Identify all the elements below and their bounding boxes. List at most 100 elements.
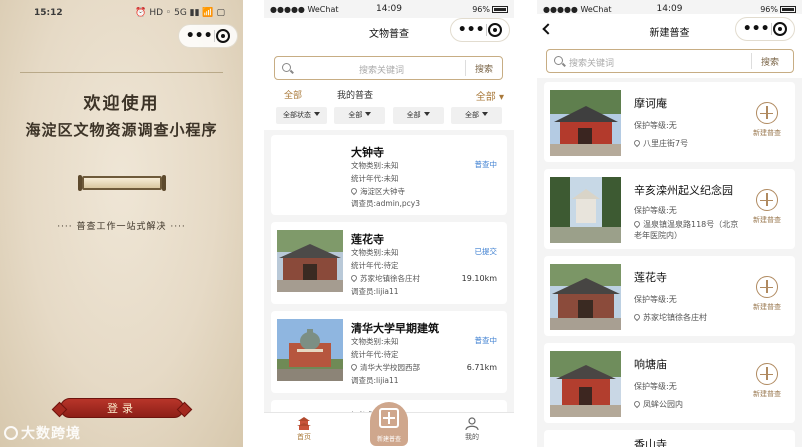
item-category: 文物类别:未知: [351, 337, 399, 346]
new-survey-button[interactable]: 新建普查: [747, 102, 787, 138]
survey-list-screen: ●●●●● WeChat 14:09 96% 文物普查 ••• 搜索关键词 搜索…: [264, 0, 514, 447]
status-badge: 已提交: [474, 247, 498, 256]
search-input[interactable]: 搜索关键词: [569, 56, 614, 69]
item-surveyor: 调查员:admin,pcy3: [351, 199, 421, 208]
list-item[interactable]: 清华大学早期建筑 文物类别:未知 统计年代:待定 清华大学校园西部 调查员:li…: [271, 311, 507, 393]
battery-percent: 96%: [760, 5, 778, 14]
new-survey-label: 新建普查: [753, 303, 781, 311]
plus-square-icon: [379, 408, 399, 428]
tab-mine-label: 我的: [465, 433, 479, 441]
watermark-logo-icon: [4, 426, 18, 440]
item-era: 统计年代:待定: [351, 350, 399, 359]
item-address: 苏家坨镇徐各庄村: [632, 312, 707, 323]
item-category: 文物类别:未知: [351, 161, 399, 170]
caret-down-icon: [481, 112, 488, 116]
mini-program-capsule[interactable]: •••: [178, 24, 238, 48]
location-icon: [632, 399, 642, 409]
filter-2[interactable]: 全部: [334, 107, 386, 124]
item-address: 苏家坨镇徐各庄村: [349, 273, 420, 284]
status-icons: ⏰ HD ◦ 5G ▮▮ 📶 ▢: [135, 8, 225, 18]
filter-label: 全部: [464, 111, 479, 119]
list-item[interactable]: 莲花寺 保护等级:无 苏家坨镇徐各庄村 新建普查: [544, 256, 795, 336]
new-survey-button[interactable]: 新建普查: [747, 189, 787, 225]
tab-home[interactable]: 首页: [284, 417, 324, 442]
more-icon[interactable]: •••: [186, 29, 213, 43]
location-icon: [632, 219, 642, 229]
item-title: 莲花寺: [634, 271, 667, 284]
capsule-divider: [485, 24, 487, 36]
more-icon[interactable]: •••: [458, 23, 485, 37]
close-mini-program-icon[interactable]: [216, 29, 231, 43]
caret-down-icon: [365, 112, 372, 116]
watermark-text: 大数跨境: [21, 426, 81, 442]
search-bar[interactable]: 搜索关键词 搜索: [546, 49, 794, 73]
item-title: 莲花寺: [351, 233, 384, 246]
item-address: 温泉镇温泉路118号（北京老年医院内）: [632, 219, 746, 241]
item-address: 清华大学校园西部: [349, 362, 420, 373]
search-divider: [465, 60, 466, 76]
scope-dropdown[interactable]: 全部 ▾: [476, 88, 504, 103]
item-level: 保护等级:无: [634, 295, 677, 304]
list-item[interactable]: 摩诃庵 保护等级:无 八里庄街7号 新建普查: [544, 82, 795, 162]
status-bar: ●●●●● WeChat 14:09 96%: [537, 0, 802, 18]
close-mini-program-icon[interactable]: [773, 22, 788, 36]
filter-3[interactable]: 全部: [392, 107, 444, 124]
item-title: 辛亥滦州起义纪念园: [634, 184, 733, 197]
tab-mine[interactable]: 我的: [452, 417, 492, 442]
list-item[interactable]: 大钟寺 文物类别:未知 统计年代:未知 海淀区大钟寺 调查员:admin,pcy…: [271, 135, 507, 215]
temple-photo-icon: [550, 90, 621, 156]
search-button[interactable]: 搜索: [761, 55, 779, 68]
item-surveyor: 调查员:lijia11: [351, 287, 399, 296]
new-survey-button[interactable]: 新建普查: [747, 276, 787, 312]
plus-circle-icon: [756, 102, 778, 124]
filter-bar: 全部状态 全部 全部 全部: [276, 107, 502, 125]
battery-status: 96%: [760, 5, 796, 14]
status-bar: ●●●●● WeChat 14:09 96%: [264, 0, 514, 18]
address-text: 清华大学校园西部: [360, 363, 420, 372]
new-survey-fab[interactable]: 新建普查: [370, 402, 408, 446]
filter-4[interactable]: 全部: [450, 107, 502, 124]
address-text: 苏家坨镇徐各庄村: [360, 274, 420, 283]
plus-circle-icon: [756, 363, 778, 385]
search-icon: [554, 56, 563, 65]
list-item[interactable]: 莲花寺 文物类别:未知 统计年代:待定 苏家坨镇徐各庄村 调查员:lijia11…: [271, 222, 507, 304]
location-icon: [349, 362, 359, 372]
search-input[interactable]: 搜索关键词: [359, 63, 404, 76]
new-survey-label: 新建普查: [753, 129, 781, 137]
item-address: 海淀区大钟寺: [349, 186, 405, 197]
location-icon: [349, 186, 359, 196]
list-item[interactable]: 辛亥滦州起义纪念园 保护等级:无 温泉镇温泉路118号（北京老年医院内） 新建普…: [544, 169, 795, 249]
new-survey-label: 新建普查: [753, 216, 781, 224]
search-button[interactable]: 搜索: [475, 62, 493, 75]
filter-status[interactable]: 全部状态: [276, 107, 327, 124]
temple-photo-icon: [550, 351, 621, 417]
temple-photo-icon: [277, 230, 343, 292]
plus-circle-icon: [756, 189, 778, 211]
more-icon[interactable]: •••: [743, 22, 770, 36]
slogan: ···· 普查工作一站式解决 ····: [57, 222, 186, 232]
item-title: 香山寺: [634, 438, 667, 447]
pagoda-icon: [297, 417, 311, 430]
item-title: 摩诃庵: [634, 97, 667, 110]
battery-status: 96%: [472, 5, 508, 14]
battery-icon: [780, 6, 796, 13]
item-era: 统计年代:未知: [351, 174, 399, 183]
close-mini-program-icon[interactable]: [488, 23, 503, 37]
watermark: 大数跨境: [4, 423, 81, 443]
list-item[interactable]: 香山寺: [544, 430, 795, 447]
caret-down-icon: [314, 112, 320, 116]
new-survey-button[interactable]: 新建普查: [747, 363, 787, 399]
tab-my-surveys[interactable]: 我的普查: [337, 88, 373, 101]
search-bar[interactable]: 搜索关键词 搜索: [274, 56, 503, 80]
item-title: 清华大学早期建筑: [351, 322, 439, 335]
app-title: 海淀区文物资源调查小程序: [25, 121, 218, 139]
item-level: 保护等级:无: [634, 206, 677, 215]
item-surveyor: 调查员:lijia11: [351, 376, 399, 385]
memorial-photo-icon: [550, 177, 621, 243]
mini-program-capsule[interactable]: •••: [735, 17, 795, 41]
login-button[interactable]: 登录: [60, 398, 184, 418]
mini-program-capsule[interactable]: •••: [450, 18, 510, 42]
tab-all[interactable]: 全部: [284, 88, 302, 101]
address-text: 苏家坨镇徐各庄村: [643, 313, 707, 322]
list-item[interactable]: 响塘庙 保护等级:无 凤蛑公园内 新建普查: [544, 343, 795, 423]
